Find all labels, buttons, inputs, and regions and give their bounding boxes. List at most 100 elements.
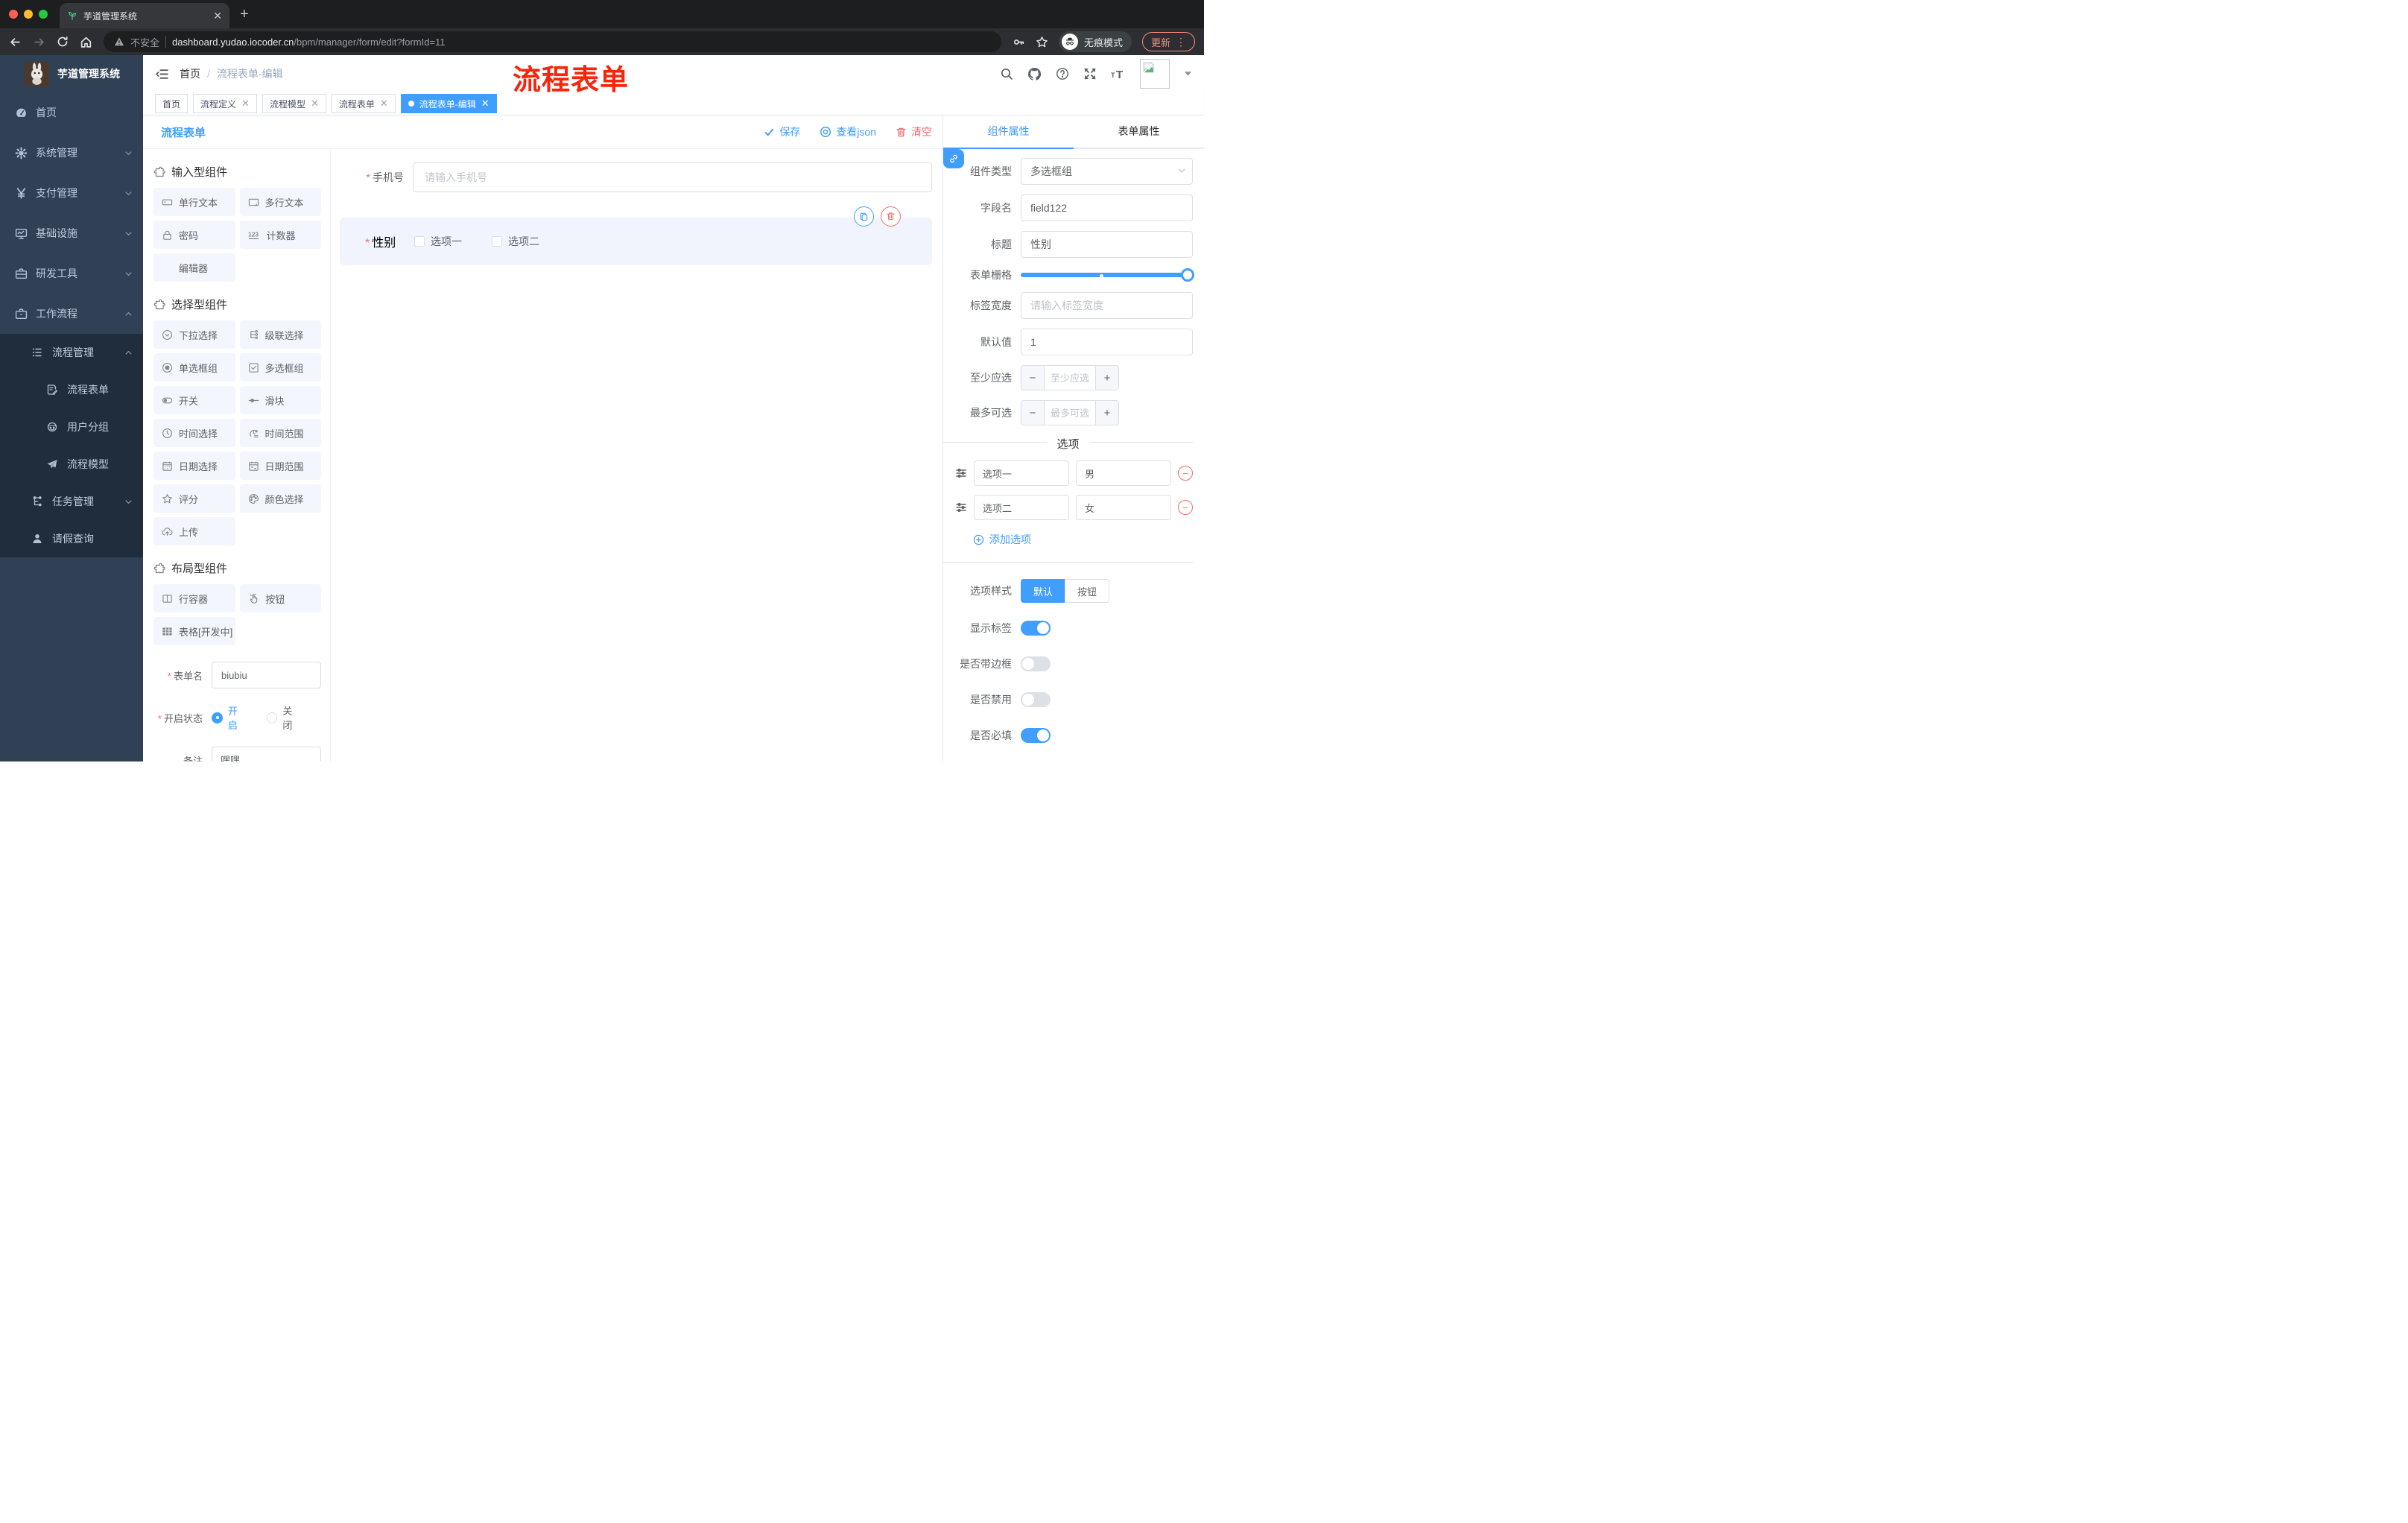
add-option-button[interactable]: 添加选项 (973, 532, 1193, 547)
view-json-button[interactable]: 查看json (820, 124, 876, 139)
fullscreen-icon[interactable] (1083, 67, 1097, 80)
tag-process-form[interactable]: 流程表单 ✕ (331, 94, 396, 113)
status-radio-off[interactable]: 关闭 (266, 703, 302, 732)
tag-home[interactable]: 首页 (155, 94, 188, 113)
slider-handle[interactable] (1181, 268, 1194, 282)
component-table-dev[interactable]: 表格[开发中] (153, 617, 236, 645)
option-value-input[interactable] (1076, 460, 1171, 486)
remove-option-button[interactable]: − (1178, 466, 1193, 481)
home-icon[interactable] (80, 36, 92, 48)
tag-close-icon[interactable]: ✕ (380, 98, 388, 110)
component-date-picker[interactable]: 日期选择 (153, 452, 235, 480)
sidebar-item-payment[interactable]: 支付管理 (0, 173, 143, 213)
drag-handle-icon[interactable] (955, 467, 967, 479)
component-editor[interactable]: 编辑器 (153, 253, 235, 282)
link-handle-button[interactable] (943, 149, 964, 168)
tag-process-definition[interactable]: 流程定义 ✕ (193, 94, 257, 113)
option-label-input[interactable] (974, 495, 1069, 520)
sidebar-item-home[interactable]: 首页 (0, 92, 143, 133)
component-radio-group[interactable]: 单选框组 (153, 353, 235, 381)
title-input[interactable] (1021, 231, 1193, 258)
window-controls[interactable] (9, 0, 48, 28)
sidebar-item-system[interactable]: 系统管理 (0, 133, 143, 173)
field-name-input[interactable] (1021, 194, 1193, 221)
show-label-toggle[interactable] (1021, 621, 1051, 636)
disabled-toggle[interactable] (1021, 692, 1051, 707)
clear-button[interactable]: 清空 (896, 124, 932, 139)
password-key-icon[interactable] (1013, 36, 1025, 48)
border-toggle[interactable] (1021, 656, 1051, 671)
gender-option-2[interactable]: 选项二 (492, 234, 539, 249)
sidebar-fold-icon[interactable] (155, 67, 169, 81)
sidebar-item-task-mgmt[interactable]: 任务管理 (0, 483, 143, 520)
sidebar-item-process-model[interactable]: 流程模型 (0, 446, 143, 483)
bookmark-star-icon[interactable] (1036, 36, 1048, 48)
component-date-range[interactable]: 日期范围 (239, 452, 321, 480)
min-stepper-input[interactable] (1044, 366, 1096, 390)
minimize-window-button[interactable] (24, 10, 33, 19)
sidebar-item-process-form[interactable]: 流程表单 (0, 371, 143, 408)
save-button[interactable]: 保存 (764, 124, 800, 139)
security-label[interactable]: 不安全 (130, 35, 159, 49)
component-password[interactable]: 密码 (153, 221, 235, 249)
component-upload[interactable]: 上传 (153, 517, 235, 545)
component-counter[interactable]: 123 计数器 (239, 221, 321, 249)
component-single-text[interactable]: 单行文本 (153, 188, 235, 216)
component-rate[interactable]: 评分 (153, 484, 235, 513)
increase-icon[interactable]: + (1096, 401, 1118, 425)
component-time-picker[interactable]: 时间选择 (153, 419, 235, 447)
checkbox[interactable] (492, 236, 502, 247)
sidebar-item-devtools[interactable]: 研发工具 (0, 253, 143, 294)
url-text[interactable]: dashboard.yudao.iocoder.cn/bpm/manager/f… (172, 37, 446, 48)
canvas-phone-field[interactable]: * 手机号 (338, 162, 932, 192)
tab-close-icon[interactable]: ✕ (213, 10, 222, 22)
tab-form-props[interactable]: 表单属性 (1074, 115, 1204, 148)
component-type-value[interactable] (1021, 158, 1193, 185)
status-radio-on[interactable]: 开启 (212, 703, 247, 732)
forward-icon[interactable] (33, 36, 45, 48)
component-cascader[interactable]: 级联选择 (239, 320, 321, 349)
search-icon[interactable] (1000, 67, 1013, 80)
form-remark-textarea[interactable]: 嘿嘿 (212, 747, 321, 762)
component-switch[interactable]: 开关 (153, 386, 235, 414)
new-tab-button[interactable]: + (240, 6, 249, 23)
tag-close-icon[interactable]: ✕ (311, 98, 319, 110)
decrease-icon[interactable]: − (1021, 366, 1044, 390)
security-warning-icon[interactable] (114, 37, 124, 47)
increase-icon[interactable]: + (1096, 366, 1118, 390)
component-type-select[interactable] (1021, 158, 1193, 185)
form-name-input[interactable] (212, 662, 321, 688)
delete-component-button[interactable] (881, 206, 901, 227)
option-value-input[interactable] (1076, 495, 1171, 520)
avatar[interactable] (1140, 59, 1170, 89)
remove-option-button[interactable]: − (1178, 500, 1193, 515)
component-button[interactable]: 按钮 (240, 584, 321, 612)
tag-process-model[interactable]: 流程模型 ✕ (262, 94, 326, 113)
component-slider[interactable]: 滑块 (239, 386, 321, 414)
sidebar-item-leave-query[interactable]: 请假查询 (0, 520, 143, 557)
avatar-caret-icon[interactable] (1184, 71, 1192, 77)
grid-slider[interactable] (1021, 268, 1194, 282)
style-button-button[interactable]: 按钮 (1065, 579, 1110, 603)
selected-gender-field[interactable]: * 性别 选项一 选项二 (340, 206, 932, 265)
max-stepper-input[interactable] (1044, 401, 1096, 425)
component-row-container[interactable]: 行容器 (153, 584, 236, 612)
component-checkbox-group[interactable]: 多选框组 (239, 353, 321, 381)
breadcrumb-home[interactable]: 首页 (180, 66, 200, 81)
gender-option-1[interactable]: 选项一 (414, 234, 462, 249)
sidebar-item-infra[interactable]: 基础设施 (0, 213, 143, 253)
github-icon[interactable] (1027, 67, 1042, 81)
browser-menu-icon[interactable]: ⋮ (1176, 36, 1186, 48)
zoom-window-button[interactable] (39, 10, 48, 19)
checkbox[interactable] (414, 236, 425, 247)
font-size-icon[interactable]: TT (1111, 67, 1126, 80)
component-time-range[interactable]: 时间范围 (239, 419, 321, 447)
copy-component-button[interactable] (854, 206, 874, 227)
phone-input[interactable] (413, 162, 932, 192)
help-icon[interactable] (1056, 67, 1069, 80)
browser-tab[interactable]: 芋道管理系统 ✕ (60, 3, 229, 28)
tag-process-form-edit[interactable]: 流程表单-编辑 ✕ (400, 94, 497, 113)
component-select[interactable]: 下拉选择 (153, 320, 235, 349)
sidebar-item-process-mgmt[interactable]: 流程管理 (0, 334, 143, 371)
option-label-input[interactable] (974, 460, 1069, 486)
